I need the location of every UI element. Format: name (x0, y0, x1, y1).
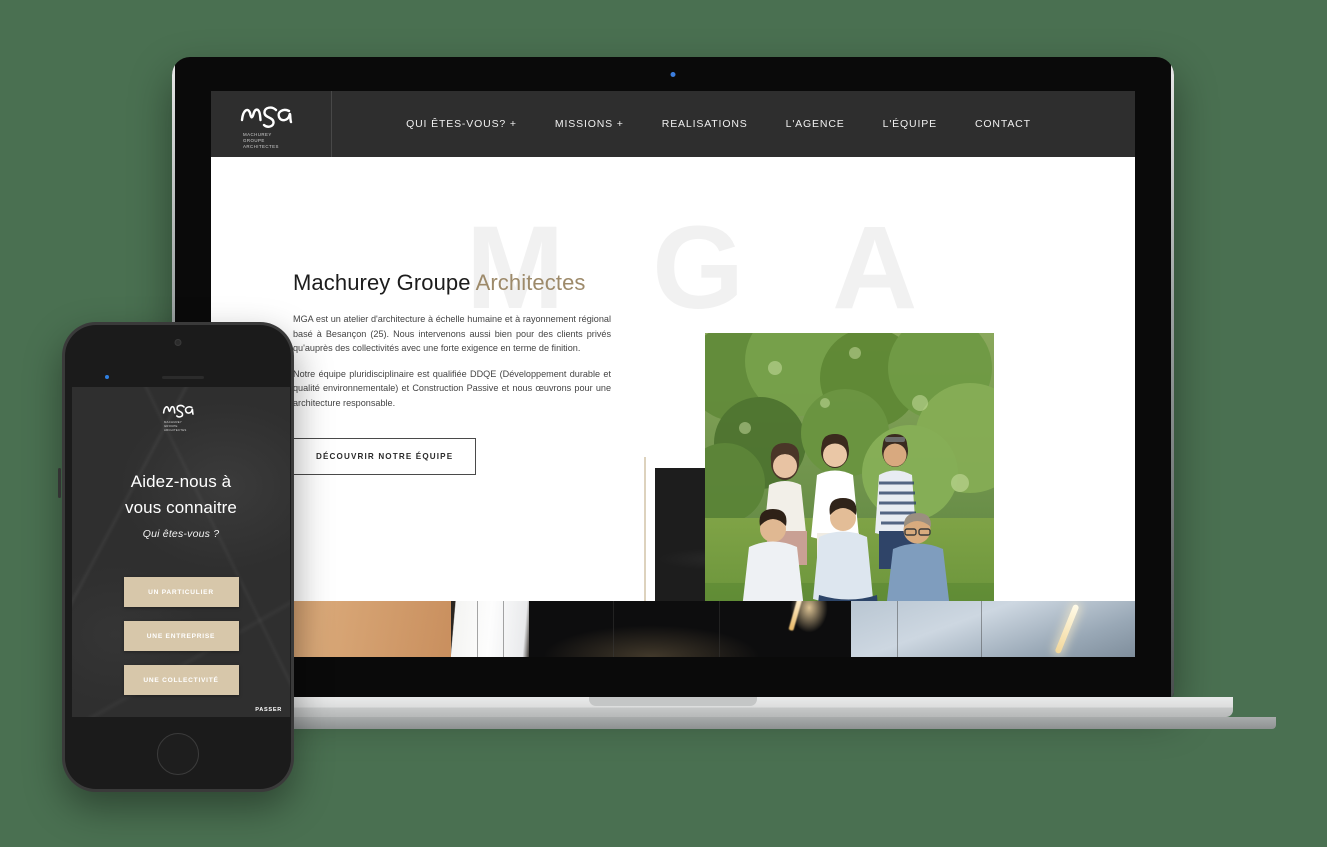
phone-speaker-icon (161, 376, 204, 379)
site-logo[interactable]: MACHUREY GROUPE ARCHITECTES (211, 91, 332, 157)
page-title-main: Machurey Groupe (293, 270, 476, 295)
webcam-icon (670, 72, 676, 77)
page-title-accent: Architectes (475, 270, 586, 295)
phone-home-button[interactable] (157, 733, 199, 775)
hero-section: MGA Machurey Groupe Architectes MGA est … (211, 157, 1135, 657)
mobile-heading-line-2: vous connaitre (125, 498, 237, 517)
mobile-logo[interactable]: MACHUREY GROUPE ARCHITECTES (160, 401, 202, 432)
nav-item-agence[interactable]: L'AGENCE (786, 118, 845, 130)
phone-body: MACHUREY GROUPE ARCHITECTES Aidez-nous à… (65, 325, 291, 789)
nav-item-realisations[interactable]: REALISATIONS (662, 118, 748, 130)
site-header: MACHUREY GROUPE ARCHITECTES QUI ÊTES-VOU… (211, 91, 1135, 157)
mobile-logo-subtext: MACHUREY GROUPE ARCHITECTES (164, 420, 187, 432)
hero-text-block: Machurey Groupe Architectes MGA est un a… (293, 270, 611, 475)
hero-paragraph-1: MGA est un atelier d'architecture à éche… (293, 314, 611, 354)
strip-image-office (851, 601, 1135, 657)
laptop-lid: MACHUREY GROUPE ARCHITECTES QUI ÊTES-VOU… (172, 57, 1174, 697)
choice-button-entreprise[interactable]: UNE ENTREPRISE (123, 621, 239, 651)
mga-logo-icon (240, 105, 293, 128)
nav-item-equipe[interactable]: L'ÉQUIPE (883, 118, 937, 130)
laptop-screen: MACHUREY GROUPE ARCHITECTES QUI ÊTES-VOU… (211, 91, 1135, 657)
mobile-subtitle: Qui êtes-vous ? (142, 528, 220, 540)
mobile-heading: Aidez-nous à vous connaitre (72, 469, 290, 521)
mobile-heading-line-1: Aidez-nous à (130, 472, 232, 491)
phone-side-button[interactable] (58, 468, 61, 498)
phone-mockup: MACHUREY GROUPE ARCHITECTES Aidez-nous à… (58, 322, 294, 792)
nav-item-missions[interactable]: MISSIONS + (555, 118, 624, 130)
laptop-notch (589, 697, 757, 706)
logo-subtext: MACHUREY GROUPE ARCHITECTES (243, 131, 279, 149)
choice-button-particulier[interactable]: UN PARTICULIER (123, 577, 239, 607)
laptop-mockup: MACHUREY GROUPE ARCHITECTES QUI ÊTES-VOU… (172, 57, 1174, 697)
mobile-choice-buttons: UN PARTICULIER UNE ENTREPRISE UNE COLLEC… (72, 577, 290, 695)
phone-camera-icon (174, 339, 182, 346)
phone-led-indicator (105, 375, 109, 379)
phone-screen: MACHUREY GROUPE ARCHITECTES Aidez-nous à… (72, 387, 290, 717)
choice-button-collectivite[interactable]: UNE COLLECTIVITÉ (123, 665, 239, 695)
page-title: Machurey Groupe Architectes (293, 270, 611, 296)
skip-link[interactable]: PASSER (255, 707, 282, 713)
strip-image-kitchen (529, 601, 851, 657)
nav-item-contact[interactable]: CONTACT (975, 118, 1031, 130)
discover-team-button[interactable]: DÉCOUVRIR NOTRE ÉQUIPE (293, 437, 477, 475)
image-strip (211, 601, 1135, 657)
laptop-foot (286, 717, 1276, 729)
hero-paragraph-2: Notre équipe pluridisciplinaire est qual… (293, 368, 611, 408)
strip-image-corridor (451, 601, 529, 657)
main-navigation: QUI ÊTES-VOUS? + MISSIONS + REALISATIONS… (332, 91, 1135, 157)
mga-logo-icon (162, 404, 194, 418)
nav-item-qui-etes-vous[interactable]: QUI ÊTES-VOUS? + (406, 118, 517, 130)
